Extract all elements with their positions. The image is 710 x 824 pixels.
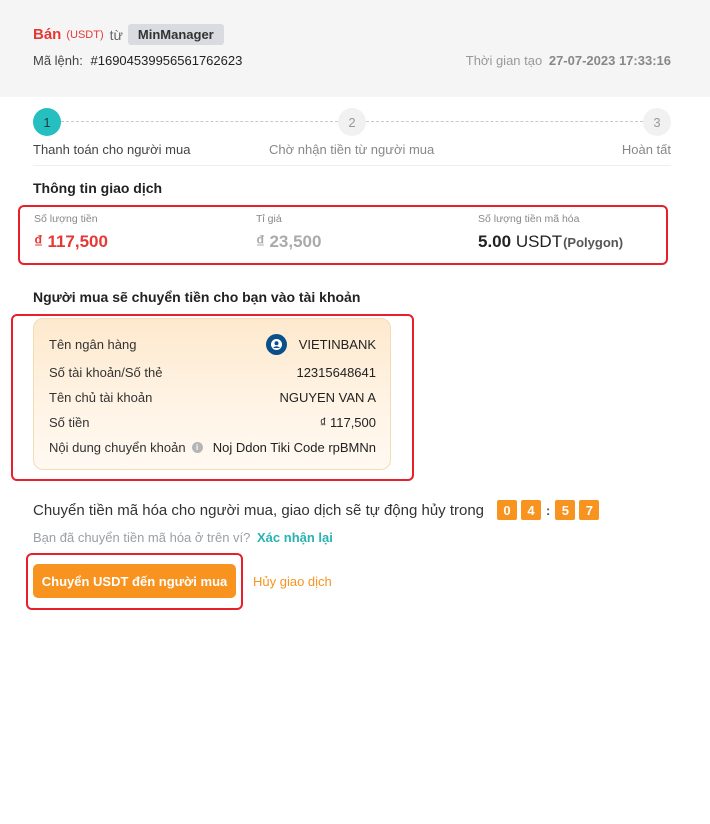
transfer-amount-label: Số tiền [49,415,90,430]
order-id-label: Mã lệnh: [33,53,83,68]
crypto-network: (Polygon) [563,235,624,250]
exchange-rate-value: ₫ 23,500 [256,232,322,251]
crypto-unit: USDT [511,232,563,251]
step-connector [61,121,338,122]
confirm-row: Bạn đã chuyển tiền mã hóa ở trên ví? Xác… [33,530,333,545]
transfer-amount-row: Số tiền ₫ 117,500 [49,415,376,430]
order-id-value: #16904539956561762623 [90,53,243,68]
countdown-row: Chuyển tiền mã hóa cho người mua, giao d… [33,500,600,520]
fiat-amount-label: Số lượng tiền [34,213,98,225]
bank-name-label: Tên ngân hàng [49,337,137,352]
transaction-info-box: Số lượng tiền ₫ 117,500 Tỉ giá ₫ 23,500 … [18,205,668,265]
from-label: từ [109,26,123,43]
info-icon[interactable]: i [191,442,203,453]
cancel-transaction-link[interactable]: Hủy giao dịch [253,574,332,589]
confirm-again-link[interactable]: Xác nhận lại [257,530,333,545]
step-2-circle: 2 [338,108,366,136]
countdown-timer: 0 4 : 5 7 [497,500,600,520]
step-connector [366,121,643,122]
crypto-amount-number: 5.00 [478,232,512,251]
account-number-row: Số tài khoản/Số thẻ 12315648641 [49,365,376,380]
stepper-divider [33,165,671,166]
countdown-digit: 7 [579,500,600,520]
account-holder-label: Tên chủ tài khoản [49,390,153,405]
order-header: Bán (USDT) từ MinManager Mã lệnh: #16904… [0,0,710,97]
fiat-amount-value: ₫ 117,500 [34,232,108,251]
step-1-label: Thanh toán cho người mua [33,142,191,157]
transaction-info-title: Thông tin giao dịch [33,180,163,196]
bank-name-value: VIETINBANK [298,337,376,352]
account-number-value[interactable]: 12315648641 [296,365,376,380]
step-3-circle: 3 [643,108,671,136]
countdown-digit: 5 [555,500,576,520]
transfer-amount-value[interactable]: ₫ 117,500 [320,415,376,430]
transfer-note-label-wrap: Nội dung chuyển khoản i [49,440,203,455]
created-time-value: 27-07-2023 17:33:16 [548,53,671,68]
countdown-digit: 0 [497,500,518,520]
bank-name-value-wrap: VIETINBANK [265,334,376,355]
transfer-usdt-button[interactable]: Chuyển USDT đến người mua [33,564,236,598]
step-3-label: Hoàn tất [621,142,671,157]
order-title: Bán (USDT) từ MinManager [33,24,224,45]
transfer-note-row: Nội dung chuyển khoản i Noj Ddon Tiki Co… [49,440,376,455]
coin-label: (USDT) [66,28,104,41]
counterparty-badge[interactable]: MinManager [127,24,224,45]
confirm-question: Bạn đã chuyển tiền mã hóa ở trên ví? [33,530,251,545]
sell-label: Bán [33,26,62,43]
bank-account-card: Tên ngân hàng VIETINBANK Số tài khoản/Số… [33,318,391,470]
transfer-note-label: Nội dung chuyển khoản [49,440,186,455]
crypto-amount-label: Số lượng tiền mã hóa [478,213,580,225]
bank-name-row: Tên ngân hàng VIETINBANK [49,334,376,355]
progress-stepper: 1 2 3 Thanh toán cho người mua Chờ nhận … [33,108,671,158]
countdown-digit: 4 [521,500,542,520]
exchange-rate-label: Tỉ giá [256,213,282,225]
bank-account-title: Người mua sẽ chuyển tiền cho bạn vào tài… [33,289,361,305]
vietinbank-logo-icon [265,334,287,355]
fiat-amount: Số lượng tiền ₫ 117,500 [34,213,108,252]
order-id-row: Mã lệnh: #16904539956561762623 [33,53,242,68]
account-number-label: Số tài khoản/Số thẻ [49,365,163,380]
account-holder-row: Tên chủ tài khoản NGUYEN VAN A [49,390,376,405]
crypto-amount-value: 5.00 USDT(Polygon) [478,232,623,252]
crypto-amount: Số lượng tiền mã hóa 5.00 USDT(Polygon) [478,213,623,252]
transfer-note-value[interactable]: Noj Ddon Tiki Code rpBMNn [213,440,376,455]
countdown-separator: : [546,502,551,518]
step-1-circle: 1 [33,108,61,136]
account-holder-value[interactable]: NGUYEN VAN A [279,390,376,405]
created-time-row: Thời gian tạo 27-07-2023 17:33:16 [466,53,671,68]
exchange-rate: Tỉ giá ₫ 23,500 [256,213,321,252]
created-time-label: Thời gian tạo [465,53,543,68]
step-2-label: Chờ nhận tiền từ người mua [269,142,435,157]
countdown-text: Chuyển tiền mã hóa cho người mua, giao d… [33,501,485,519]
